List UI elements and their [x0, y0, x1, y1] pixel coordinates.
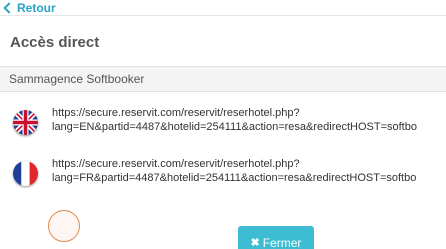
link-row-english[interactable]: https://secure.reservit.com/reservit/res…: [12, 106, 446, 142]
back-link-label: Retour: [17, 0, 56, 15]
close-button-label: Fermer: [262, 236, 302, 249]
top-divider: [0, 15, 446, 16]
close-button[interactable]: ✖ Fermer: [238, 226, 314, 249]
section-label: Sammagence Softbooker: [9, 72, 145, 86]
link-url-french[interactable]: https://secure.reservit.com/reservit/res…: [52, 157, 416, 185]
link-url-line: https://secure.reservit.com/reservit/res…: [52, 158, 300, 170]
link-row-french[interactable]: https://secure.reservit.com/reservit/res…: [12, 157, 446, 193]
back-link[interactable]: Retour: [2, 0, 56, 15]
link-url-line: lang=EN&partid=4487&hotelid=254111&actio…: [52, 121, 417, 133]
cursor-indicator: [48, 210, 80, 242]
close-icon: ✖: [250, 237, 260, 249]
link-url-line: lang=FR&partid=4487&hotelid=254111&actio…: [52, 172, 417, 184]
link-url-english[interactable]: https://secure.reservit.com/reservit/res…: [52, 106, 417, 134]
modal-title: Accès direct: [10, 34, 100, 51]
uk-flag-icon: [13, 110, 38, 135]
page: Retour Accès direct Sammagence Softbooke…: [0, 0, 446, 249]
chevron-left-icon: [3, 1, 15, 14]
fr-flag-icon: [13, 161, 38, 186]
section-header: Sammagence Softbooker: [0, 67, 446, 92]
link-url-line: https://secure.reservit.com/reservit/res…: [52, 107, 300, 119]
